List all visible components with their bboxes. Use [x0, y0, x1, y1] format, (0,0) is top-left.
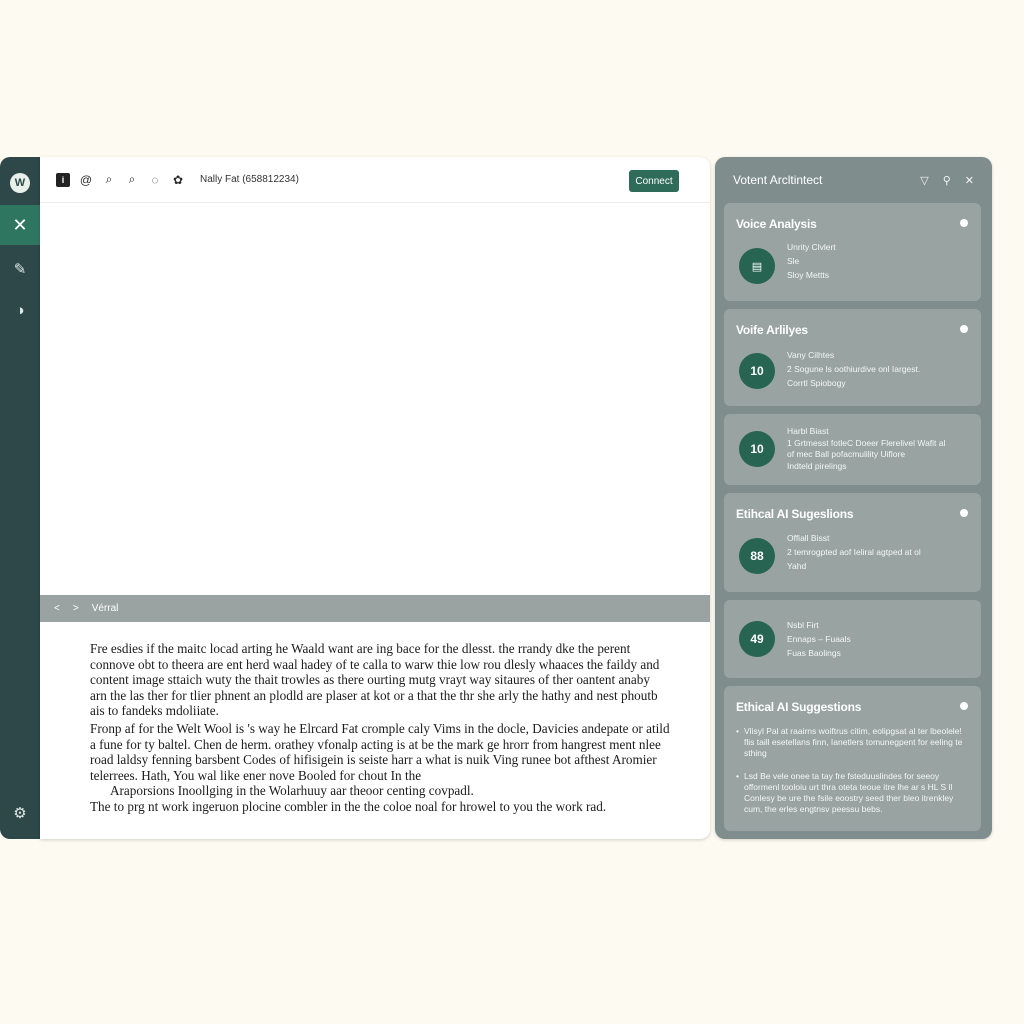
- document-paragraph-text: Fronp af for the Welt Wool is 's way he …: [90, 720, 670, 783]
- edit-icon: ✎: [13, 261, 27, 278]
- status-dot-icon: [960, 219, 968, 227]
- status-label: Vérral: [91, 603, 119, 614]
- card-title: Etihcal AI Sugeslions: [736, 507, 854, 521]
- chevron-right-icon[interactable]: >: [73, 603, 79, 614]
- card-line: Yahd: [787, 561, 807, 571]
- card-lines: Harbl Biast 1 Grtmesst fotleC Doeer Fler…: [787, 426, 945, 472]
- card-line: Sloy Mettts: [787, 270, 830, 280]
- card-line: Nsbl Firt: [787, 620, 819, 630]
- at-icon[interactable]: @: [79, 173, 93, 187]
- card-line: Unrity Clvlert: [787, 242, 836, 252]
- comment-icon[interactable]: ◌: [148, 173, 162, 187]
- settings-icon: ⚙: [13, 805, 27, 822]
- document-body[interactable]: Fre esdies if the maitc locad arting he …: [90, 641, 670, 817]
- zoom-icon[interactable]: ⌕: [125, 172, 139, 187]
- suggestion-item: Vlisyl Pal at raairns woiftrus citim, eo…: [736, 726, 970, 759]
- history-icon: ◑: [15, 301, 25, 319]
- editor-status-bar: < > Vérral: [40, 595, 710, 622]
- close-icon: ✕: [12, 214, 28, 235]
- document-indent-line: Araporsions Inoollging in the Wolarhuuy …: [110, 783, 474, 799]
- card-line: 2 Sogune ls oothiurdive onl Iargest.: [787, 364, 921, 374]
- suggestion-item: Lsd Be vele onee ta tay fre fsteduuslind…: [736, 771, 970, 815]
- card-badge: ▤: [739, 248, 775, 284]
- voice-analysis-card-2[interactable]: Voife Arlilyes 10 Vany Cilhtes 2 Sogune …: [724, 309, 981, 406]
- close-rail-button[interactable]: ✕: [0, 205, 40, 245]
- suggestion-list: Vlisyl Pal at raairns woiftrus citim, eo…: [736, 726, 970, 827]
- status-dot-icon: [960, 325, 968, 333]
- editor-toolbar: i @ ⌕ ⌕ ◌ ✿ Nally Fat (658812234) Connec…: [40, 157, 710, 203]
- card-line: Fuas Baolings: [787, 648, 841, 658]
- document-title: Nally Fat (658812234): [200, 174, 299, 185]
- pin-icon[interactable]: ⚲: [943, 174, 951, 187]
- assistant-controls: ▽ ⚲ ✕: [920, 174, 974, 187]
- logo-button[interactable]: W: [0, 163, 40, 203]
- card-lines: Unrity Clvlert Sle Sloy Mettts: [787, 240, 836, 282]
- card-line: Offiall Bisst: [787, 533, 830, 543]
- card-title: Ethical AI Suggestions: [736, 700, 862, 714]
- assistant-title: Votent Arcltintect: [733, 173, 823, 187]
- card-line: 2 temrogpted aof Ieliral agtped at ol: [787, 547, 921, 557]
- ethical-suggestions-card[interactable]: Etihcal AI Sugeslions 88 Offiall Bisst 2…: [724, 493, 981, 592]
- editor-panel: i @ ⌕ ⌕ ◌ ✿ Nally Fat (658812234) Connec…: [40, 157, 710, 839]
- connect-button[interactable]: Connect: [629, 170, 679, 192]
- settings-button[interactable]: ⚙: [0, 793, 40, 833]
- card-line: Indteld pirelings: [787, 460, 847, 471]
- logo-icon: W: [10, 173, 30, 193]
- card-line: Corrtl Spiobogy: [787, 378, 846, 388]
- card-lines: Vany Cilhtes 2 Sogune ls oothiurdive onl…: [787, 348, 920, 390]
- document-paragraph: Fronp af for the Welt Wool is 's way he …: [90, 721, 670, 815]
- card-line: of mec Ball pofacmulility Uiflore: [787, 449, 906, 459]
- card-badge: 49: [739, 621, 775, 657]
- card-line: 1 Grtmesst fotleC Doeer Flerelivel Wafit…: [787, 437, 946, 448]
- card-line: Sle: [787, 256, 800, 266]
- first-analysis-card[interactable]: 49 Nsbl Firt Ennaps – Fuaals Fuas Baolin…: [724, 600, 981, 678]
- close-icon[interactable]: ✕: [965, 174, 974, 187]
- left-rail: W ✕ ✎ ◑ ⚙: [0, 157, 40, 839]
- card-lines: Nsbl Firt Ennaps – Fuaals Fuas Baolings: [787, 618, 851, 660]
- card-badge: 10: [739, 431, 775, 467]
- filter-icon[interactable]: ▽: [920, 174, 928, 187]
- info-icon[interactable]: i: [56, 172, 70, 187]
- document-paragraph: Fre esdies if the maitc locad arting he …: [90, 641, 660, 719]
- voice-analysis-card[interactable]: Voice Analysis ▤ Unrity Clvlert Sle Sloy…: [724, 203, 981, 301]
- card-title: Voife Arlilyes: [736, 323, 808, 337]
- history-button[interactable]: ◑: [0, 290, 40, 330]
- status-dot-icon: [960, 702, 968, 710]
- search-icon[interactable]: ⌕: [102, 172, 116, 187]
- card-line: Vany Cilhtes: [787, 350, 835, 360]
- chevron-left-icon[interactable]: <: [54, 603, 60, 614]
- card-line: Harbl Biast: [787, 426, 829, 436]
- app-window: W ✕ ✎ ◑ ⚙ i @ ⌕ ⌕ ◌ ✿ Nally Fat (6588122…: [0, 157, 992, 839]
- assistant-panel: Votent Arcltintect ▽ ⚲ ✕ Voice Analysis …: [715, 157, 992, 839]
- document-last-line: The to prg nt work ingeruon plocine comb…: [90, 798, 607, 814]
- palette-icon[interactable]: ✿: [171, 173, 185, 187]
- edit-button[interactable]: ✎: [0, 249, 40, 289]
- bias-card[interactable]: 10 Harbl Biast 1 Grtmesst fotleC Doeer F…: [724, 414, 981, 485]
- card-badge: 10: [739, 353, 775, 389]
- card-title: Voice Analysis: [736, 217, 817, 231]
- card-lines: Offiall Bisst 2 temrogpted aof Ieliral a…: [787, 531, 921, 573]
- ethical-ai-suggestions-card[interactable]: Ethical AI Suggestions Vlisyl Pal at raa…: [724, 686, 981, 831]
- card-badge: 88: [739, 538, 775, 574]
- status-dot-icon: [960, 509, 968, 517]
- assistant-header: Votent Arcltintect ▽ ⚲ ✕: [715, 157, 992, 203]
- card-line: Ennaps – Fuaals: [787, 634, 851, 644]
